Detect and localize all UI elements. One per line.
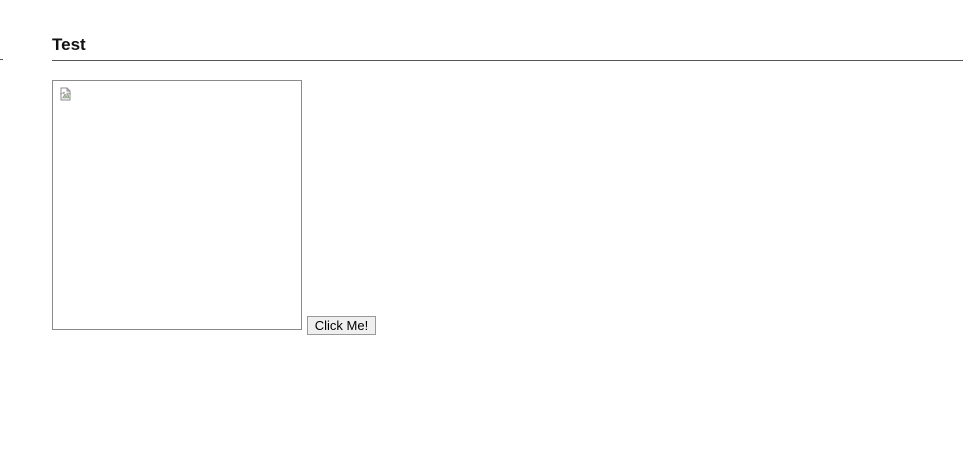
left-edge-divider xyxy=(0,59,3,60)
page-title: Test xyxy=(52,35,86,54)
click-me-button[interactable]: Click Me! xyxy=(307,316,376,335)
title-divider xyxy=(52,60,963,61)
broken-image-icon xyxy=(59,86,73,101)
image-placeholder xyxy=(52,80,302,330)
